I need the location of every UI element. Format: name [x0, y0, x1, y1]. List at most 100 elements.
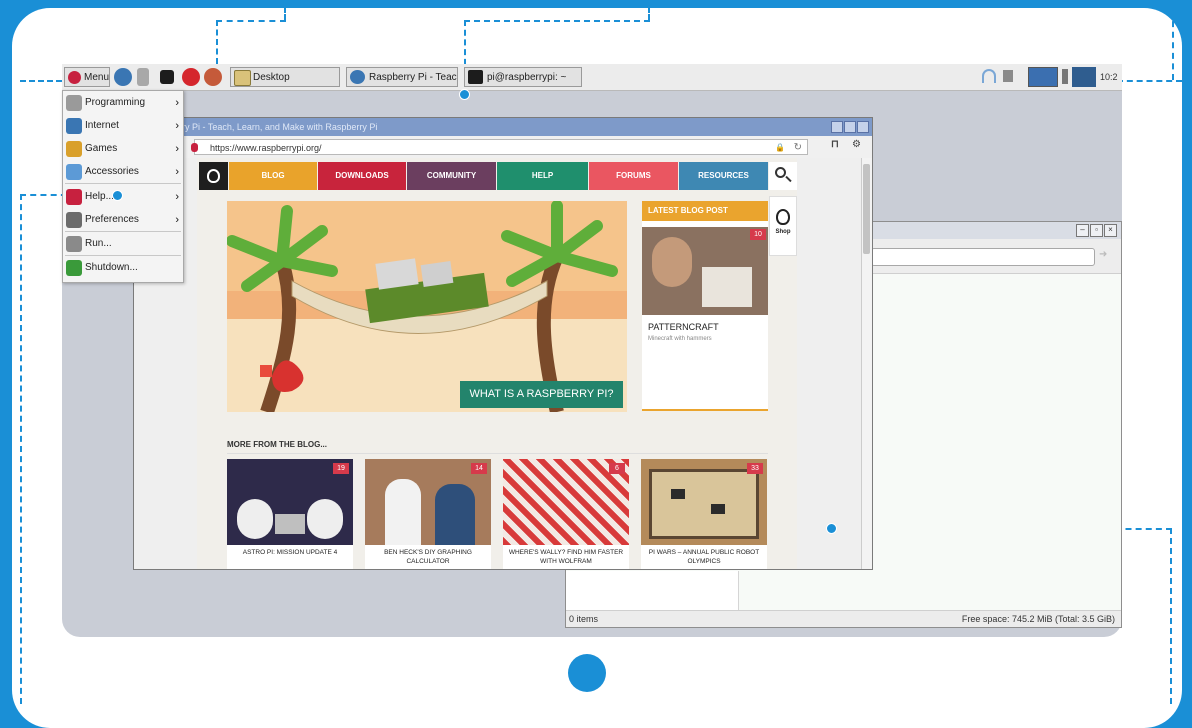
raspberry-shop-icon	[776, 209, 790, 225]
wifi-icon[interactable]	[982, 69, 996, 83]
ben-heck-image: 14	[365, 459, 491, 545]
nav-resources[interactable]: RESOURCES	[679, 162, 768, 190]
globe-icon	[350, 70, 365, 84]
menu-item-label: Shutdown...	[85, 262, 138, 273]
maximize-button[interactable]	[844, 121, 856, 133]
browser-titlebar[interactable]: rry Pi - Teach, Learn, and Make with Ras…	[134, 118, 872, 136]
menu-separator	[65, 255, 181, 256]
menu-item-label: Help...	[85, 191, 114, 202]
programming-icon	[66, 95, 82, 111]
astro-pi-image: 19	[227, 459, 353, 545]
url-field[interactable]: https://www.raspberrypi.org/ 🔒 ↻	[191, 139, 808, 156]
cpu-usage-graph	[1072, 67, 1096, 87]
menu-button[interactable]: Menu	[64, 67, 110, 87]
callout-dot	[112, 190, 123, 201]
folder-icon	[234, 70, 251, 86]
preferences-icon	[66, 212, 82, 228]
menu-item-help[interactable]: Help... ›	[63, 185, 183, 209]
menu-item-internet[interactable]: Internet ›	[63, 114, 183, 138]
menu-item-label: Preferences	[85, 214, 139, 225]
terminal-icon	[468, 70, 483, 84]
nav-downloads[interactable]: DOWNLOADS	[318, 162, 406, 190]
callout-line	[216, 20, 218, 64]
menu-item-shutdown[interactable]: Shutdown...	[63, 256, 183, 280]
close-button[interactable]	[857, 121, 869, 133]
nav-community[interactable]: COMMUNITY	[407, 162, 496, 190]
nav-forums[interactable]: FORUMS	[589, 162, 678, 190]
blog-card[interactable]: 14 BEN HECK'S DIY GRAPHING CALCULATOR	[365, 459, 491, 569]
page-scrollbar[interactable]	[861, 158, 872, 569]
callout-line	[20, 194, 22, 704]
callout-line	[20, 80, 62, 82]
menu-item-label: Programming	[85, 97, 146, 108]
minimize-button[interactable]	[831, 121, 843, 133]
file-manager-sidepane	[566, 571, 739, 611]
comment-count-badge: 6	[609, 463, 625, 474]
callout-line	[648, 0, 650, 20]
latest-footer-bar	[642, 409, 768, 411]
menu-item-label: Internet	[85, 120, 119, 131]
card-caption: BEN HECK'S DIY GRAPHING CALCULATOR	[384, 549, 472, 565]
go-arrow-icon[interactable]: ➜	[1099, 249, 1113, 263]
task-browser[interactable]: Raspberry Pi - Teach,	[346, 67, 458, 87]
help-icon	[66, 189, 82, 205]
close-button[interactable]: ×	[1104, 224, 1117, 237]
bookmark-icon[interactable]: ⊓	[831, 139, 839, 150]
browser-window: rry Pi - Teach, Learn, and Make with Ras…	[133, 117, 873, 570]
divider	[227, 453, 768, 454]
wheres-wally-image: 6	[503, 459, 629, 545]
url-text: https://www.raspberrypi.org/	[210, 143, 322, 153]
blog-card[interactable]: 33 PI WARS – ANNUAL PUBLIC ROBOT OLYMPIC…	[641, 459, 767, 569]
menu-button-label: Menu	[84, 72, 110, 83]
task-desktop[interactable]: Desktop	[230, 67, 340, 87]
accessories-icon	[66, 164, 82, 180]
browser-launcher-icon[interactable]	[114, 68, 132, 86]
volume-icon[interactable]	[1003, 70, 1013, 82]
site-nav: BLOG DOWNLOADS COMMUNITY HELP FORUMS RESOURCE…	[197, 162, 797, 190]
window-title: rry Pi - Teach, Learn, and Make with Ras…	[179, 122, 378, 132]
latest-blog-post[interactable]: LATEST BLOG POST 10 PATTERNCRAFT Minecra…	[642, 201, 768, 411]
nav-help[interactable]: HELP	[497, 162, 588, 190]
blog-card[interactable]: 19 ASTRO PI: MISSION UPDATE 4	[227, 459, 353, 569]
site-favicon-icon	[191, 143, 198, 152]
lock-icon: 🔒	[775, 143, 785, 152]
callout-line	[1172, 0, 1174, 80]
reload-icon[interactable]: ↻	[794, 140, 802, 156]
maximize-button[interactable]: ▫	[1090, 224, 1103, 237]
callout-line	[284, 0, 286, 20]
menu-item-programming[interactable]: Programming ›	[63, 91, 183, 115]
minimize-button[interactable]: –	[1076, 224, 1089, 237]
menu-item-preferences[interactable]: Preferences ›	[63, 208, 183, 232]
terminal-launcher-icon[interactable]	[160, 70, 174, 84]
path-input[interactable]	[871, 248, 1095, 266]
mathematica-launcher-icon[interactable]	[182, 68, 200, 86]
blog-card[interactable]: 6 WHERE'S WALLY? FIND HIM FASTER WITH WO…	[503, 459, 629, 569]
callout-dot	[459, 89, 470, 100]
what-is-raspberry-pi-button[interactable]: WHAT IS A RASPBERRY PI?	[460, 381, 623, 408]
menu-item-games[interactable]: Games ›	[63, 137, 183, 161]
search-icon[interactable]	[769, 162, 797, 190]
task-label: pi@raspberrypi: ~	[487, 72, 567, 83]
application-menu: Programming › Internet › Games › Accessories › H…	[62, 90, 184, 283]
raspberry-logo-icon[interactable]	[199, 162, 228, 190]
wolfram-launcher-icon[interactable]	[204, 68, 222, 86]
menu-separator	[65, 231, 181, 232]
menu-item-accessories[interactable]: Accessories ›	[63, 160, 183, 184]
nav-blog[interactable]: BLOG	[229, 162, 317, 190]
menu-separator	[65, 183, 181, 184]
cpu-monitor-icon[interactable]	[1028, 67, 1058, 87]
eject-icon[interactable]	[1062, 69, 1068, 84]
settings-gear-icon[interactable]: ⚙	[852, 139, 861, 150]
task-terminal[interactable]: pi@raspberrypi: ~	[464, 67, 582, 87]
callout-dot	[826, 523, 837, 534]
menu-item-run[interactable]: Run...	[63, 232, 183, 256]
scrollbar-thumb[interactable]	[863, 164, 870, 254]
clock: 10:2	[1100, 72, 1118, 82]
hero-banner[interactable]: WHAT IS A RASPBERRY PI?	[227, 201, 627, 412]
menu-item-label: Games	[85, 143, 118, 154]
pi-wars-image: 33	[641, 459, 767, 545]
shop-button[interactable]: Shop	[769, 196, 797, 256]
file-manager-statusbar: 0 items Free space: 745.2 MiB (Total: 3.…	[566, 610, 1121, 627]
chevron-right-icon: ›	[175, 143, 179, 155]
file-manager-launcher-icon[interactable]	[137, 68, 149, 86]
